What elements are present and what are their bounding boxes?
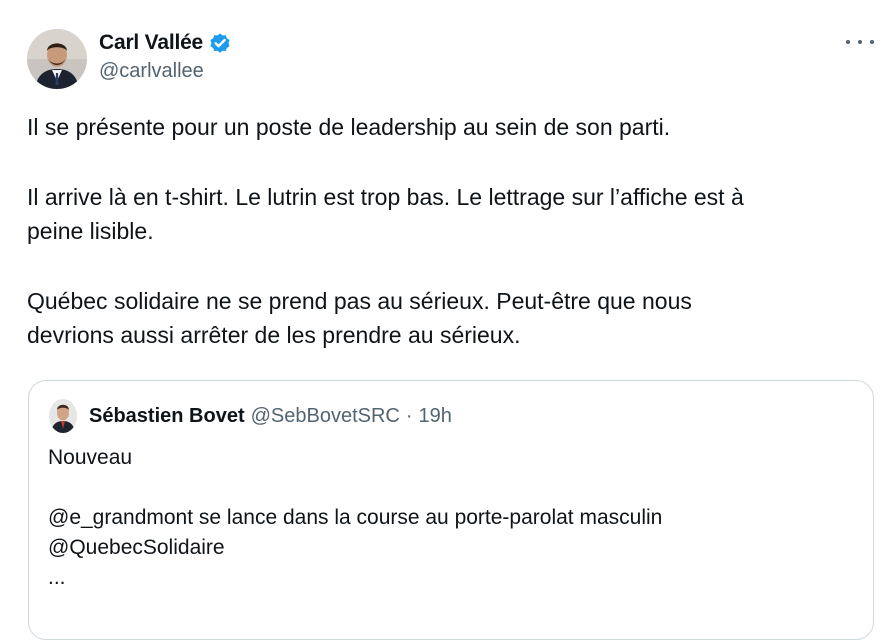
tweet-line: peine lisible. xyxy=(27,218,154,244)
quoted-line: ... xyxy=(48,566,66,589)
quoted-tweet-card[interactable]: Sébastien Bovet @SebBovetSRC · 19h Nouve… xyxy=(28,380,874,640)
quoted-line: Nouveau xyxy=(48,446,133,469)
quoted-line: @QuebecSolidaire xyxy=(48,536,225,559)
verified-badge-icon[interactable] xyxy=(208,31,232,55)
tweet-line: Québec solidaire ne se prend pas au séri… xyxy=(27,288,692,314)
quoted-author-name[interactable]: Sébastien Bovet xyxy=(89,405,245,428)
author-handle[interactable]: @carlvallee xyxy=(99,60,232,83)
quoted-tweet-header: Sébastien Bovet @SebBovetSRC · 19h xyxy=(49,399,452,433)
tweet-text: Il se présente pour un poste de leadersh… xyxy=(27,110,857,352)
author-avatar[interactable] xyxy=(27,29,87,89)
more-options-icon[interactable] xyxy=(846,32,874,52)
quoted-line: @e_grandmont se lance dans la course au … xyxy=(48,506,663,529)
tweet-line: Il se présente pour un poste de leadersh… xyxy=(27,114,671,140)
author-name-row: Carl Vallée xyxy=(99,28,232,58)
tweet-line: Il arrive là en t-shirt. Le lutrin est t… xyxy=(27,184,744,210)
quoted-author-avatar[interactable] xyxy=(49,399,77,433)
separator-dot: · xyxy=(405,404,413,427)
quoted-timestamp[interactable]: 19h xyxy=(419,405,452,428)
author-name[interactable]: Carl Vallée xyxy=(99,31,203,55)
quoted-author-handle[interactable]: @SebBovetSRC xyxy=(251,405,400,428)
author-block: Carl Vallée @carlvallee xyxy=(99,28,232,83)
tweet-line: devrions aussi arrêter de les prendre au… xyxy=(27,322,521,348)
quoted-tweet-text: Nouveau @e_grandmont se lance dans la co… xyxy=(48,443,662,593)
